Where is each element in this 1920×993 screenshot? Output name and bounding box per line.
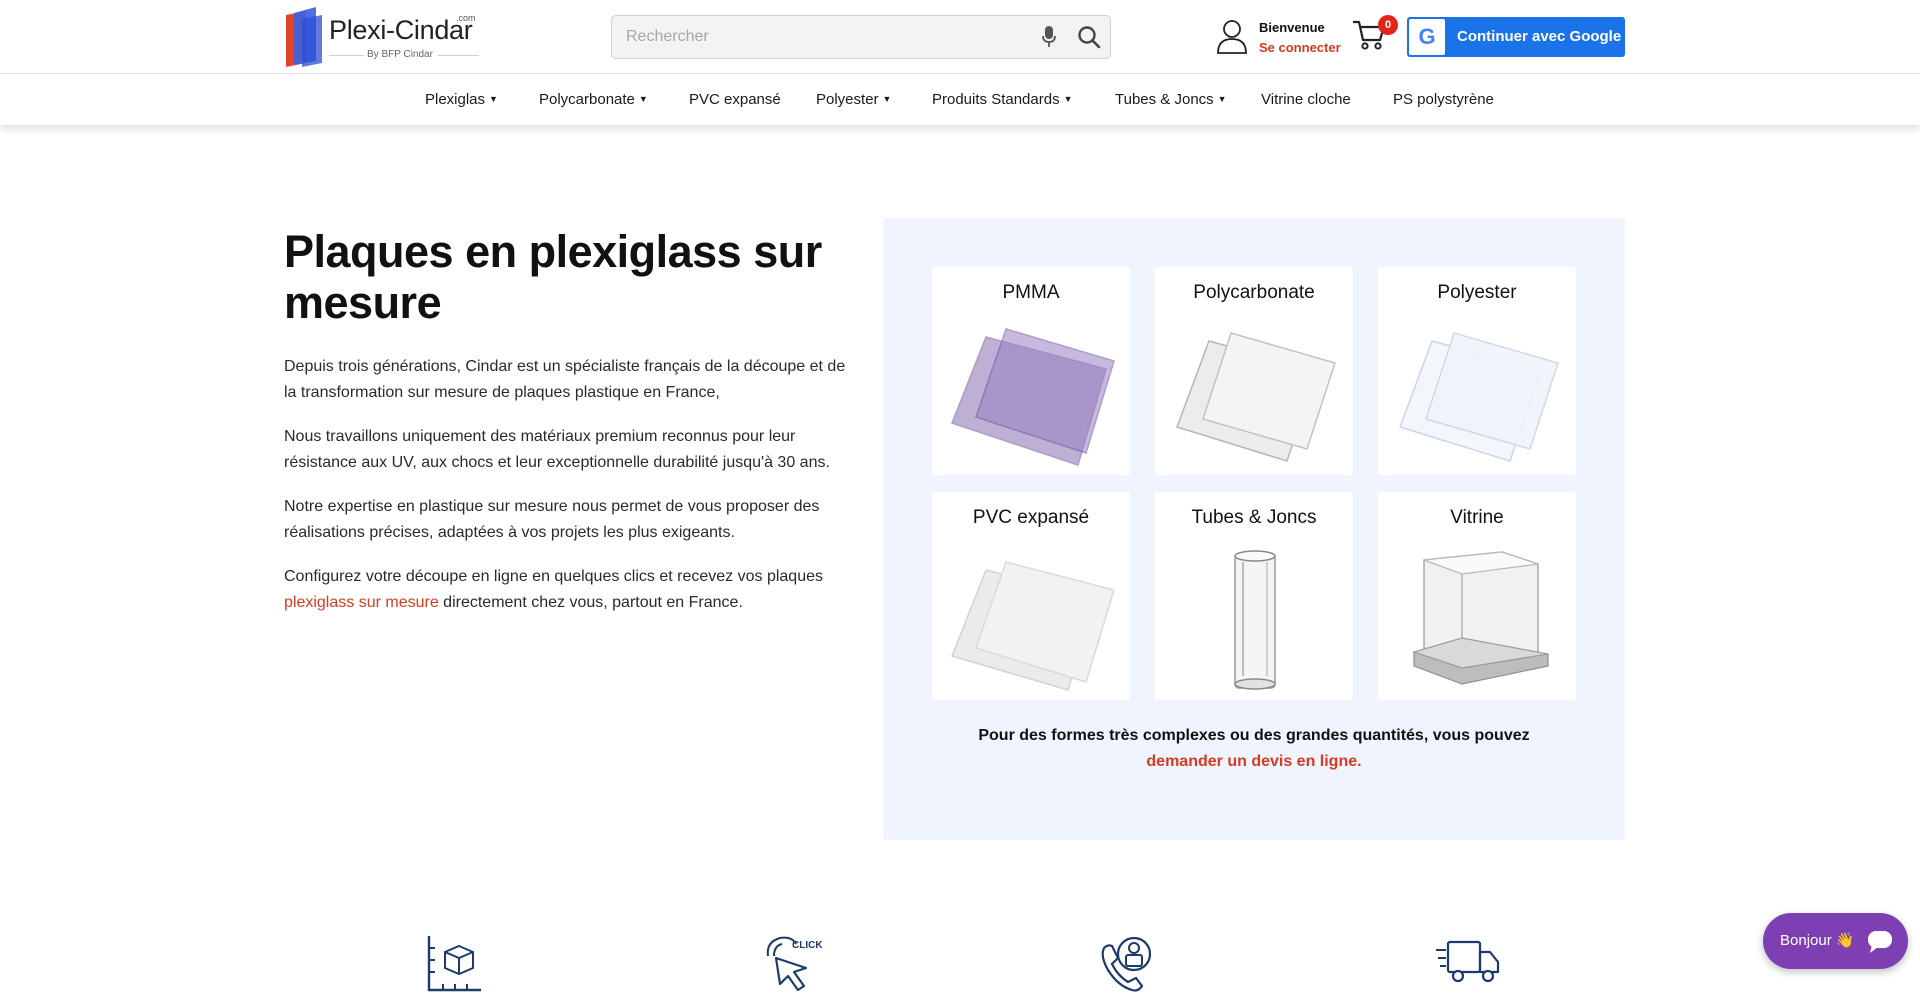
logo-byline: By BFP Cindar: [367, 49, 433, 60]
plexiglass-sur-mesure-link[interactable]: plexiglass sur mesure: [284, 594, 439, 611]
white-sheets-image: [1176, 332, 1336, 462]
nav-label: PVC expansé: [689, 91, 781, 108]
nav-label: Tubes & Joncs: [1115, 91, 1214, 108]
intro-text: directement chez vous, partout en France…: [438, 594, 743, 611]
clear-tube-image: [1234, 550, 1276, 690]
caret-down-icon: ▼: [882, 94, 892, 104]
nav-label: PS polystyrène: [1393, 91, 1494, 108]
nav-item-polyester[interactable]: Polyester ▼: [816, 91, 891, 108]
chat-greeting: Bonjour 👋: [1780, 932, 1855, 949]
card-title: Tubes & Joncs: [1191, 507, 1317, 528]
user-icon: [1217, 20, 1247, 54]
white-pvc-sheets-image: [951, 561, 1115, 691]
material-card-pvc-expanse[interactable]: PVC expansé: [932, 492, 1130, 700]
display-case-image: [1411, 551, 1549, 685]
nav-item-plexiglas[interactable]: Plexiglas ▼: [425, 91, 498, 108]
caret-down-icon: ▼: [1063, 94, 1073, 104]
login-link[interactable]: Se connecter: [1259, 40, 1341, 55]
material-card-polyester[interactable]: Polyester: [1378, 267, 1576, 475]
search-icon[interactable]: [1077, 25, 1101, 49]
svg-text:CLICK!: CLICK!: [792, 940, 822, 951]
search-input[interactable]: [626, 16, 1026, 58]
quote-text: Pour des formes très complexes ou des gr…: [978, 727, 1530, 744]
material-card-tubes-joncs[interactable]: Tubes & Joncs: [1155, 492, 1353, 700]
page-title: Plaques en plexiglass sur mesure: [284, 226, 822, 328]
caret-down-icon: ▼: [1217, 94, 1227, 104]
nav-item-ps-polystyrene[interactable]: PS polystyrène: [1393, 91, 1494, 108]
caret-down-icon: ▼: [489, 94, 498, 104]
google-g-icon: G: [1418, 24, 1436, 49]
delivery-truck-icon: [1434, 934, 1502, 993]
cart-count-badge: 0: [1378, 15, 1398, 35]
google-button-label: Continuer avec Google: [1457, 28, 1622, 45]
nav-item-tubes-joncs[interactable]: Tubes & Joncs ▼: [1115, 91, 1227, 108]
google-login-button[interactable]: G Continuer avec Google: [1407, 17, 1625, 57]
logo-mark-icon: [286, 7, 322, 67]
nav-label: Plexiglas: [425, 91, 486, 108]
clear-sheets-image: [1399, 332, 1559, 462]
nav-label: Produits Standards: [932, 91, 1060, 108]
phone-support-icon: [1098, 934, 1158, 993]
intro-text: Configurez votre découpe en ligne en que…: [284, 568, 823, 585]
intro-paragraph: Configurez votre découpe en ligne en que…: [284, 564, 852, 616]
nav-label: Polyester: [816, 91, 879, 108]
caret-down-icon: ▼: [638, 94, 648, 104]
welcome-text: Bienvenue: [1259, 20, 1325, 35]
nav-item-polycarbonate[interactable]: Polycarbonate ▼: [539, 91, 648, 108]
google-logo-box: G: [1409, 19, 1445, 55]
nav-item-produits-standards[interactable]: Produits Standards ▼: [932, 91, 1073, 108]
intro-paragraph: Notre expertise en plastique sur mesure …: [284, 498, 820, 541]
measure-box-icon: [425, 934, 483, 993]
quote-request-text: Pour des formes très complexes ou des gr…: [943, 723, 1565, 775]
site-header: Plexi-Cindar .com By BFP Cindar Bienvenu…: [0, 0, 1920, 74]
card-title: PMMA: [1002, 282, 1060, 303]
intro-section: Plaques en plexiglass sur mesure Depuis …: [284, 226, 852, 616]
chat-bubble-icon[interactable]: [1860, 921, 1900, 961]
main-navigation: Plexiglas ▼ Polycarbonate ▼ PVC expansé Po…: [0, 75, 1920, 125]
cart-button[interactable]: 0: [1352, 15, 1398, 57]
materials-panel: PMMA Polycarbonate Polyester PVC expansé…: [883, 218, 1625, 840]
card-title: PVC expansé: [972, 507, 1090, 528]
site-logo[interactable]: Plexi-Cindar .com By BFP Cindar: [284, 5, 480, 69]
material-card-polycarbonate[interactable]: Polycarbonate: [1155, 267, 1353, 475]
nav-label: Polycarbonate: [539, 91, 635, 108]
purple-sheets-image: [951, 328, 1115, 466]
material-card-pmma[interactable]: PMMA: [932, 267, 1130, 475]
card-title: Vitrine: [1450, 507, 1504, 528]
microphone-icon[interactable]: [1042, 26, 1056, 48]
card-title: Polyester: [1437, 282, 1517, 303]
nav-item-pvc-expanse[interactable]: PVC expansé: [689, 91, 781, 108]
chat-widget-button[interactable]: Bonjour 👋: [1763, 913, 1908, 969]
search-bar: [611, 15, 1111, 59]
logo-brand-text: Plexi-Cindar: [329, 15, 473, 45]
material-card-vitrine[interactable]: Vitrine: [1378, 492, 1576, 700]
nav-label: Vitrine cloche: [1261, 91, 1351, 108]
request-quote-link[interactable]: demander un devis en ligne.: [1146, 753, 1361, 770]
intro-paragraph: Nous travaillons uniquement des matériau…: [284, 428, 830, 471]
card-title: Polycarbonate: [1193, 282, 1315, 303]
logo-suffix: .com: [456, 13, 476, 23]
nav-item-vitrine-cloche[interactable]: Vitrine cloche: [1261, 91, 1351, 108]
intro-paragraph: Depuis trois générations, Cindar est un …: [284, 358, 846, 401]
click-cursor-icon: CLICK!: [762, 934, 826, 993]
